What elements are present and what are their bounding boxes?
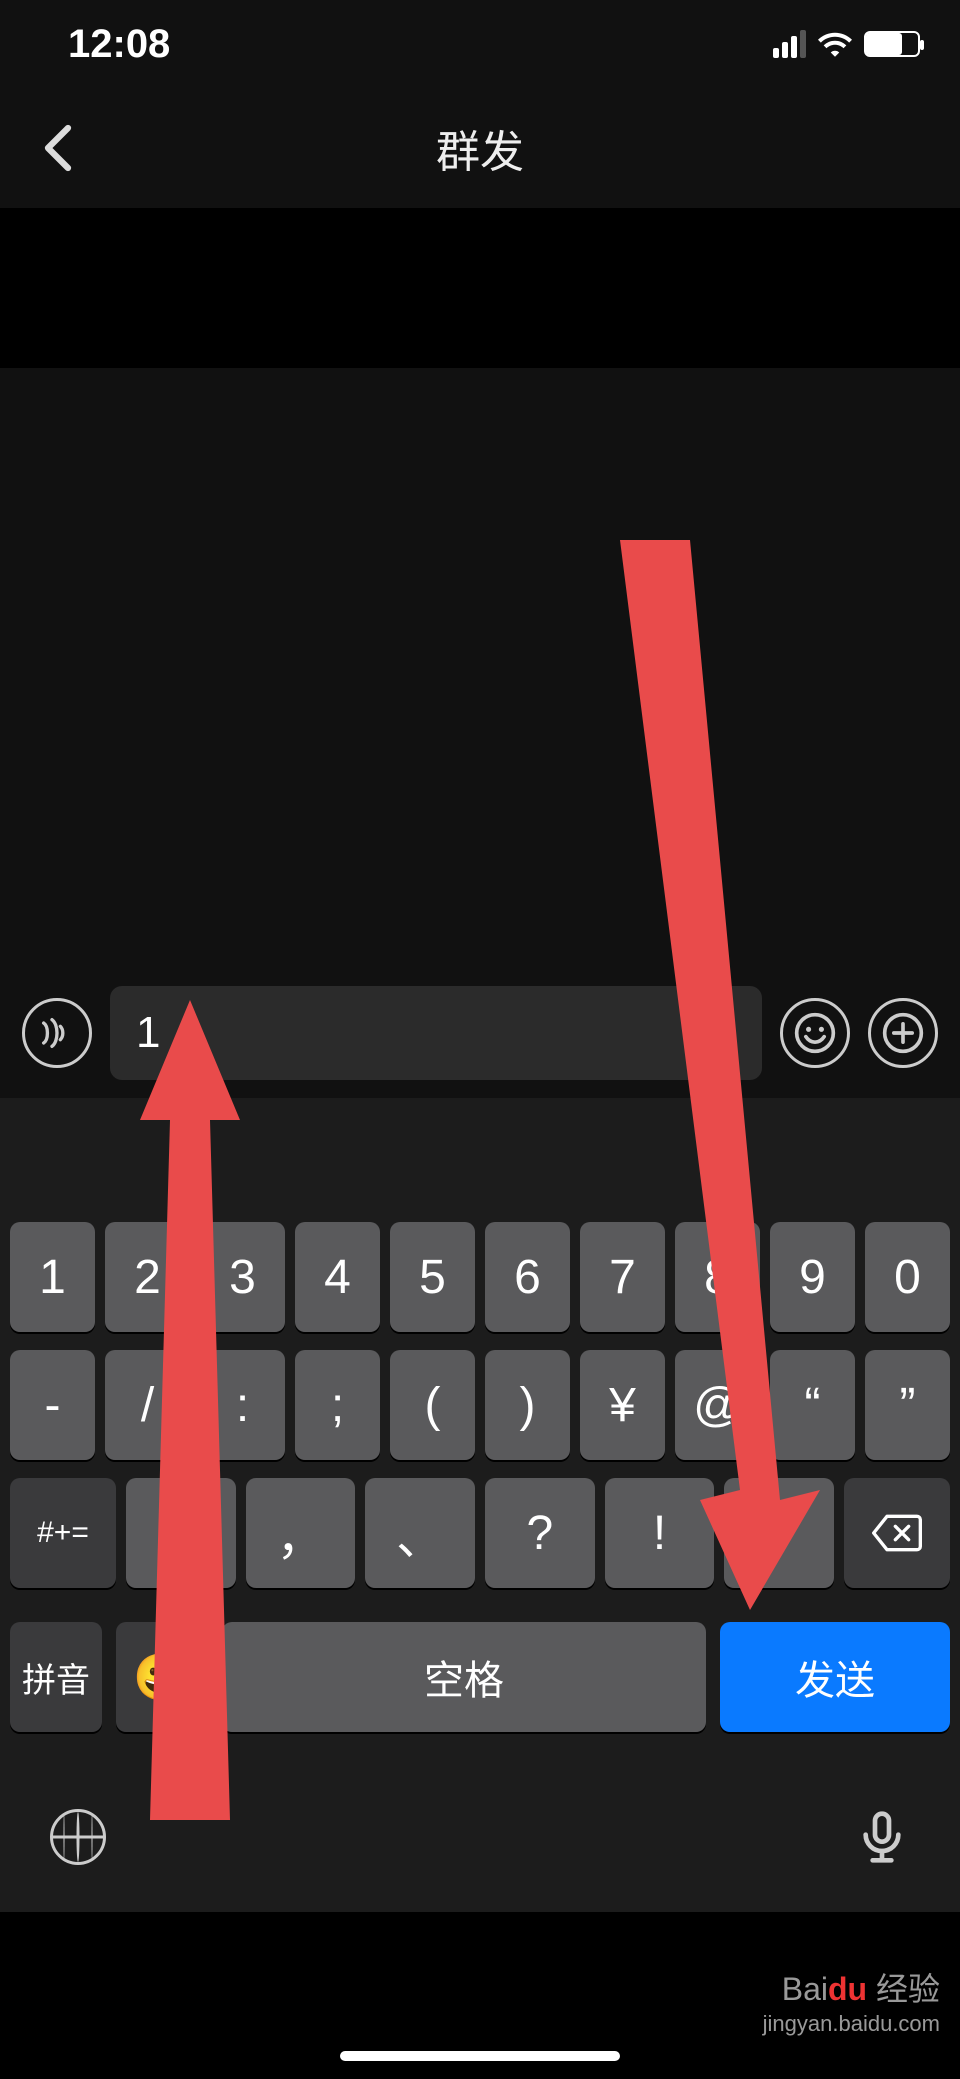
watermark-brand-text: 经验 [876, 1971, 940, 2007]
home-indicator[interactable] [340, 2051, 620, 2061]
key-rparen[interactable]: ) [485, 1350, 570, 1460]
key-5[interactable]: 5 [390, 1222, 475, 1332]
annotation-arrow-down [560, 540, 820, 1620]
watermark: Baidu 经验 jingyan.baidu.com [763, 1969, 940, 2039]
backspace-icon [870, 1513, 924, 1553]
recipient-banner [0, 228, 960, 368]
send-key[interactable]: 发送 [720, 1622, 950, 1732]
backspace-key[interactable] [844, 1478, 950, 1588]
separator [0, 208, 960, 228]
key-4[interactable]: 4 [295, 1222, 380, 1332]
watermark-brand-prefix: Bai [782, 1971, 828, 2007]
key-semicolon[interactable]: ; [295, 1350, 380, 1460]
space-key[interactable]: 空格 [222, 1622, 706, 1732]
key-enum-comma[interactable]: 、 [365, 1478, 475, 1588]
back-icon[interactable] [28, 118, 88, 178]
microphone-icon[interactable] [854, 1809, 910, 1865]
nav-bar: 群发 [0, 88, 960, 208]
annotation-arrow-up [80, 1000, 280, 1840]
key-lparen[interactable]: ( [390, 1350, 475, 1460]
watermark-brand-suffix: du [828, 1971, 867, 2007]
status-time: 12:08 [68, 22, 170, 67]
key-0[interactable]: 0 [865, 1222, 950, 1332]
status-indicators [773, 30, 920, 58]
watermark-url: jingyan.baidu.com [763, 2010, 940, 2039]
key-rquote[interactable]: ” [865, 1350, 950, 1460]
status-bar: 12:08 [0, 0, 960, 88]
wifi-icon [818, 31, 852, 57]
battery-icon [864, 31, 920, 57]
key-6[interactable]: 6 [485, 1222, 570, 1332]
page-title: 群发 [436, 116, 524, 180]
plus-icon[interactable] [868, 998, 938, 1068]
cell-signal-icon [773, 30, 806, 58]
